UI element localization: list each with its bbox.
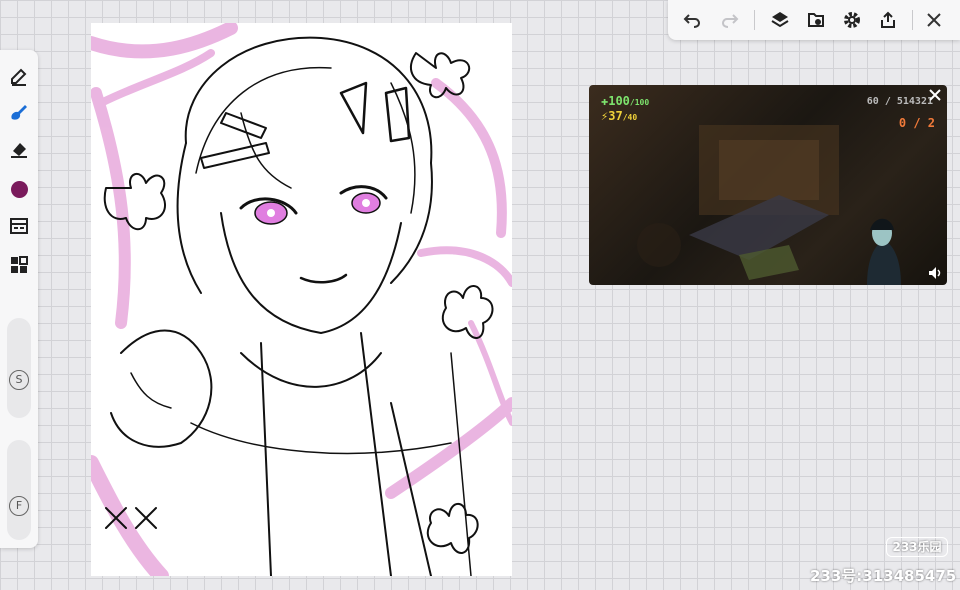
- ammo-readout: 60 / 514321: [866, 96, 933, 107]
- color-swatch[interactable]: [7, 177, 31, 201]
- floating-video-window[interactable]: ✚100/100 ⚡37/40 60 / 514321 0 / 2: [589, 85, 947, 285]
- redo-icon[interactable]: [718, 8, 742, 32]
- toolbar-divider: [912, 10, 913, 30]
- sketch-artwork: [91, 23, 512, 576]
- game-scene: [637, 125, 901, 285]
- left-toolbar: S F: [0, 50, 38, 548]
- watermark-id: 233号:313485475: [810, 567, 957, 585]
- health-readout: ✚100/100: [601, 94, 650, 108]
- grid-menu-icon[interactable]: [7, 253, 31, 277]
- undo-icon[interactable]: [680, 8, 704, 32]
- volume-icon[interactable]: [927, 265, 943, 281]
- material-library-icon[interactable]: [7, 214, 31, 238]
- layers-icon[interactable]: [768, 8, 792, 32]
- video-close-icon[interactable]: [927, 87, 943, 103]
- size-slider-label: S: [9, 370, 29, 390]
- opacity-slider-label: F: [9, 496, 29, 516]
- brush-opacity-slider[interactable]: F: [7, 440, 31, 540]
- pen-tool-icon[interactable]: [7, 64, 31, 88]
- toolbar-divider: [754, 10, 755, 30]
- drawing-canvas[interactable]: [91, 23, 512, 576]
- active-color-dot: [10, 180, 28, 198]
- kill-counter: 0 / 2: [898, 116, 935, 130]
- armor-readout: ⚡37/40: [601, 109, 638, 123]
- watermark-logo: 233乐园: [886, 537, 948, 557]
- settings-gear-icon[interactable]: [840, 8, 864, 32]
- brush-size-slider[interactable]: S: [7, 318, 31, 418]
- top-toolbar: [668, 0, 960, 40]
- eraser-tool-icon[interactable]: [7, 137, 31, 161]
- close-icon[interactable]: [922, 8, 946, 32]
- brush-tool-icon[interactable]: [7, 100, 31, 124]
- import-file-icon[interactable]: [804, 8, 828, 32]
- share-export-icon[interactable]: [876, 8, 900, 32]
